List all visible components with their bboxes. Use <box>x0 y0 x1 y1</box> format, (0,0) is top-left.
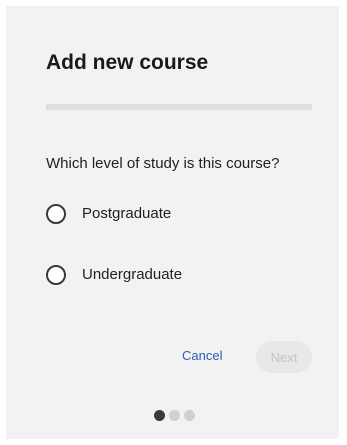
radio-button-undergraduate[interactable] <box>46 265 66 285</box>
dialog-title: Add new course <box>46 51 209 74</box>
step-indicator <box>154 410 195 421</box>
question-text: Which level of study is this course? <box>46 155 280 172</box>
step-dot-2 <box>169 410 180 421</box>
add-course-dialog: Add new course Which level of study is t… <box>6 6 339 439</box>
step-dot-3 <box>184 410 195 421</box>
option-undergraduate[interactable]: Undergraduate <box>46 265 182 285</box>
step-dot-1 <box>154 410 165 421</box>
option-label-undergraduate: Undergraduate <box>82 266 183 283</box>
next-button[interactable]: Next <box>256 341 312 373</box>
cancel-button[interactable]: Cancel <box>182 348 222 364</box>
option-postgraduate[interactable]: Postgraduate <box>46 204 171 224</box>
radio-button-postgraduate[interactable] <box>46 204 66 224</box>
progress-bar <box>46 104 312 110</box>
option-label-postgraduate: Postgraduate <box>82 205 172 222</box>
